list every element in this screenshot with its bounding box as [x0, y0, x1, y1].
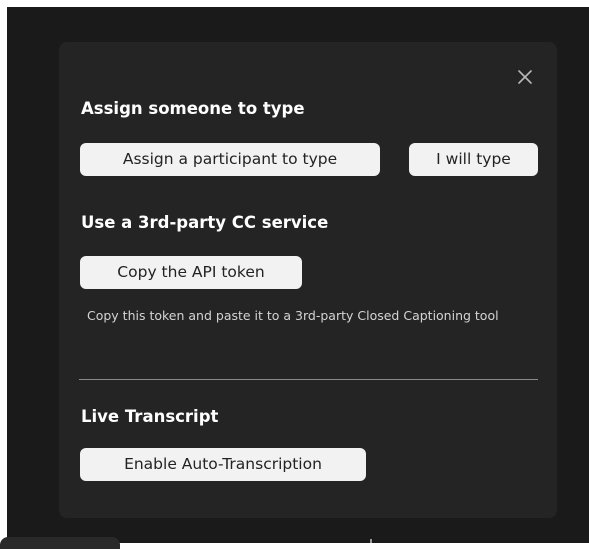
section-divider: [79, 379, 538, 380]
i-will-type-button[interactable]: I will type: [409, 143, 538, 176]
closed-caption-panel: Assign someone to type Assign a particip…: [59, 42, 557, 518]
close-button[interactable]: [514, 66, 536, 88]
assign-section-title: Assign someone to type: [81, 99, 305, 118]
close-icon[interactable]: [514, 66, 536, 88]
bottom-toolbar-edge: [0, 537, 120, 549]
live-transcript-section-title: Live Transcript: [81, 407, 219, 426]
bottom-toolbar-marker: [370, 539, 372, 543]
assign-participant-button[interactable]: Assign a participant to type: [80, 143, 380, 176]
enable-auto-transcription-button[interactable]: Enable Auto-Transcription: [80, 448, 366, 481]
copy-api-token-button[interactable]: Copy the API token: [80, 256, 302, 289]
third-party-section-title: Use a 3rd-party CC service: [81, 213, 329, 232]
copy-token-hint: Copy this token and paste it to a 3rd-pa…: [87, 308, 499, 323]
